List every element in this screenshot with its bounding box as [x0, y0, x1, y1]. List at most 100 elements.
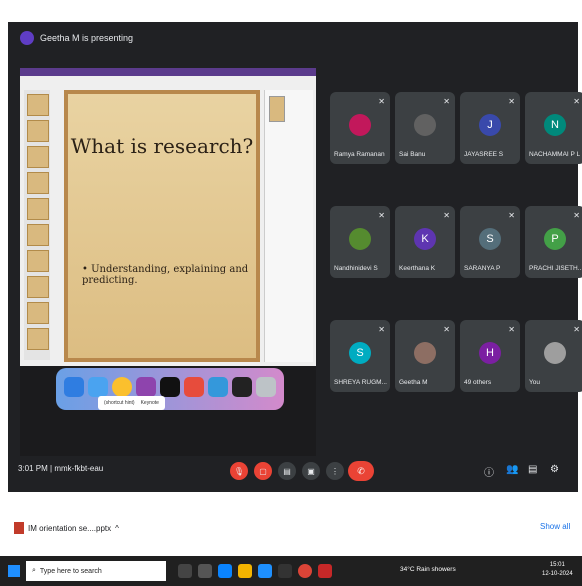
search-placeholder: Type here to search: [39, 567, 102, 575]
background-swatch[interactable]: [269, 96, 285, 122]
format-inspector: [264, 90, 313, 362]
participant-name: PRACHI JISETH...: [529, 265, 582, 272]
keynote-window: What is research? • Understanding, expla…: [20, 76, 316, 366]
slide-thumb[interactable]: [27, 120, 49, 142]
participant-avatar: P: [544, 228, 566, 250]
mic-muted-icon: ✕: [443, 325, 450, 334]
mic-muted-icon: ✕: [508, 325, 515, 334]
mic-muted-icon: ✕: [378, 211, 385, 220]
participant-name: NACHAMMAI P L: [529, 151, 581, 158]
chat-icon[interactable]: ▤: [528, 464, 537, 475]
slide-thumb[interactable]: [27, 172, 49, 194]
chrome-taskbar-icon[interactable]: [298, 564, 312, 578]
participant-name: Sai Banu: [399, 151, 426, 158]
participant-name: SARANYA P: [464, 265, 501, 272]
slide-thumb[interactable]: [27, 302, 49, 324]
app-icon[interactable]: [208, 377, 228, 397]
windows-start-icon[interactable]: [8, 565, 20, 577]
clock-date: 12-10-2024: [542, 571, 573, 577]
settings-icon[interactable]: [232, 377, 252, 397]
app-icon[interactable]: [184, 377, 204, 397]
mic-button[interactable]: 🎙: [230, 462, 248, 480]
mic-muted-icon: ✕: [573, 325, 580, 334]
participant-tile[interactable]: ✕ You: [525, 320, 582, 392]
mic-muted-icon: ✕: [443, 97, 450, 106]
activities-icon[interactable]: ⚙: [550, 464, 559, 475]
participant-tile[interactable]: ✕ Nandhinidevi S: [330, 206, 390, 278]
show-all-button[interactable]: Show all: [540, 522, 570, 531]
app-icon[interactable]: [318, 564, 332, 578]
meet-window: Geetha M is presenting What is research?…: [8, 22, 582, 492]
end-call-button[interactable]: ✆: [348, 461, 374, 481]
slide-title: What is research?: [70, 134, 254, 158]
info-separator: |: [50, 464, 53, 473]
task-view-icon[interactable]: [178, 564, 192, 578]
end-call-icon: ✆: [357, 465, 365, 476]
participant-avatar: N: [544, 114, 566, 136]
weather-text[interactable]: 34°C Rain showers: [400, 566, 456, 573]
participant-avatar: K: [414, 228, 436, 250]
participant-name: Keerthana K: [399, 265, 436, 272]
captions-button[interactable]: ▤: [278, 462, 296, 480]
participant-tile[interactable]: ✕ S SARANYA P: [460, 206, 520, 278]
participant-tile[interactable]: ✕ P PRACHI JISETH...: [525, 206, 582, 278]
search-icon: ⌕: [32, 567, 36, 574]
participant-name: SHREYA RUGM...: [334, 379, 387, 386]
participant-avatar: [544, 342, 566, 364]
download-item[interactable]: IM orientation se....pptx ^: [14, 522, 119, 534]
participant-tile[interactable]: ✕ Geetha M: [395, 320, 455, 392]
participant-avatar: [349, 228, 371, 250]
participant-tile[interactable]: ✕ S SHREYA RUGM...: [330, 320, 390, 392]
people-icon[interactable]: 👥: [506, 464, 518, 475]
presenting-banner: Geetha M is presenting: [20, 28, 133, 48]
safari-icon[interactable]: [88, 377, 108, 397]
finder-icon[interactable]: [64, 377, 84, 397]
pptx-file-icon: [14, 522, 24, 534]
participant-avatar: S: [349, 342, 371, 364]
file-explorer-icon[interactable]: [238, 564, 252, 578]
mic-muted-icon: ✕: [508, 211, 515, 220]
participant-tile[interactable]: ✕ H 49 others: [460, 320, 520, 392]
tooltip-left: (shortcut hint): [104, 400, 135, 406]
mic-muted-icon: ✕: [508, 97, 515, 106]
store-icon[interactable]: [258, 564, 272, 578]
present-button[interactable]: ▣: [302, 462, 320, 480]
slide-canvas: What is research? • Understanding, expla…: [64, 90, 260, 362]
slide-thumb[interactable]: [27, 224, 49, 246]
edge-icon[interactable]: [218, 564, 232, 578]
windows-taskbar: ⌕ Type here to search 34°C Rain showers …: [0, 556, 582, 586]
presenting-text: Geetha M is presenting: [40, 33, 134, 43]
chrome-icon[interactable]: [112, 377, 132, 397]
slide-thumb[interactable]: [27, 94, 49, 116]
participant-avatar: [349, 114, 371, 136]
participant-tile[interactable]: ✕ K Keerthana K: [395, 206, 455, 278]
info-icon[interactable]: ⓘ: [484, 464, 494, 479]
participant-name: 49 others: [464, 379, 492, 386]
appletv-icon[interactable]: [160, 377, 180, 397]
slide-bullet: • Understanding, explaining and predicti…: [82, 264, 249, 286]
participant-tile[interactable]: ✕ N NACHAMMAI P L: [525, 92, 582, 164]
app-icon[interactable]: [278, 564, 292, 578]
dock-tooltip: (shortcut hint) Keynote: [98, 396, 165, 410]
slide-thumb[interactable]: [27, 276, 49, 298]
meeting-time: 3:01 PM: [18, 464, 48, 473]
slide-thumb[interactable]: [27, 328, 49, 350]
meeting-controls-bar: 3:01 PM | mmk-fkbt-eau 🎙 ▢ ▤ ▣ ⋮ ✆ ⓘ 👥 ▤…: [8, 452, 578, 488]
participant-tile[interactable]: ✕ Ramya Ramanan: [330, 92, 390, 164]
clock[interactable]: 15:01 12-10-2024: [542, 561, 573, 579]
slide-thumb[interactable]: [27, 250, 49, 272]
slide-thumb[interactable]: [27, 198, 49, 220]
slide-thumb[interactable]: [27, 146, 49, 168]
taskbar-search[interactable]: ⌕ Type here to search: [26, 561, 166, 581]
more-options-button[interactable]: ⋮: [326, 462, 344, 480]
camera-button[interactable]: ▢: [254, 462, 272, 480]
podcasts-icon[interactable]: [136, 377, 156, 397]
participant-avatar: [414, 342, 436, 364]
widgets-icon[interactable]: [198, 564, 212, 578]
participant-name: Ramya Ramanan: [334, 151, 385, 158]
trash-icon[interactable]: [256, 377, 276, 397]
participant-name: Geetha M: [399, 379, 428, 386]
chevron-up-icon[interactable]: ^: [115, 524, 119, 533]
participant-tile[interactable]: ✕ J JAYASREE S: [460, 92, 520, 164]
participant-tile[interactable]: ✕ Sai Banu: [395, 92, 455, 164]
